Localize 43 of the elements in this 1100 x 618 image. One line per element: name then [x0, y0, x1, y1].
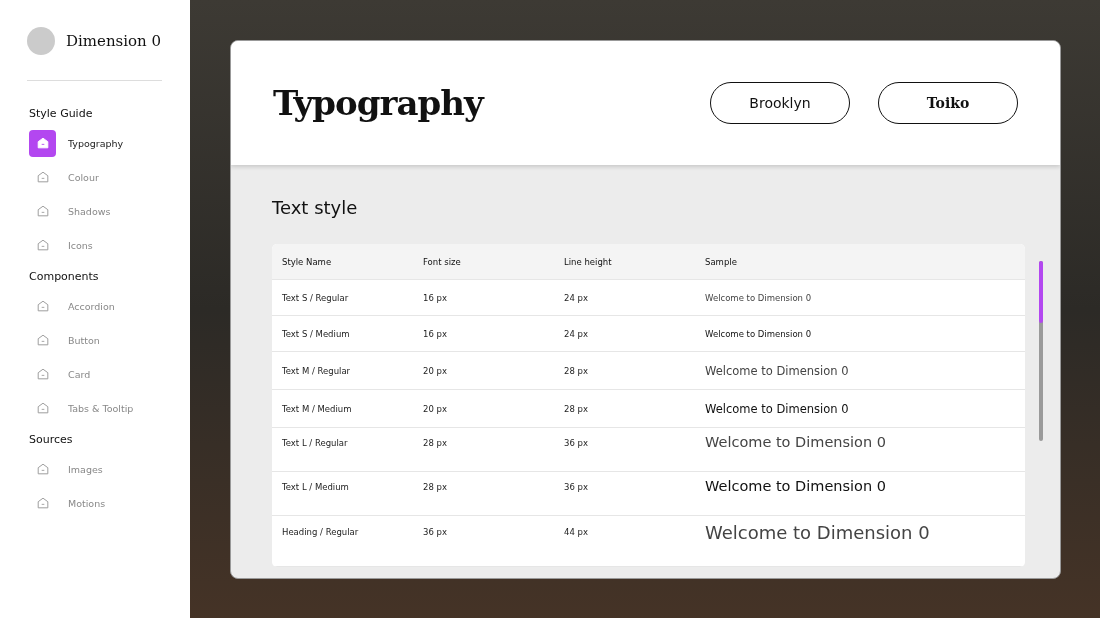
column-header: Style Name [281, 256, 333, 267]
table-cell-text: Text S / Regular [281, 292, 350, 303]
section-title: Text style [272, 197, 359, 218]
table-cell-text: 28 px [563, 403, 589, 414]
font-button[interactable]: Toiko [878, 82, 1018, 124]
column-header: Font size [422, 256, 462, 267]
sample-text: Welcome to Dimension 0 [704, 292, 813, 303]
table-cell-text: 24 px [563, 292, 589, 303]
scrollbar[interactable] [1039, 261, 1043, 441]
sample-text: Welcome to Dimension 0 [704, 433, 887, 450]
section-heading: Sources [29, 433, 74, 446]
table-cell-text: 24 px [563, 328, 589, 339]
table-cell-text: 20 px [422, 365, 448, 376]
column-header: Line height [563, 256, 613, 267]
column-header: Sample [704, 256, 738, 267]
page-title: Typography [273, 83, 483, 123]
table-cell-text: 28 px [422, 437, 448, 448]
sample-text: Welcome to Dimension 0 [704, 328, 813, 339]
table-cell-text: Text M / Medium [281, 403, 353, 414]
table-cell-text: Text L / Regular [281, 437, 349, 448]
logo-circle-icon [27, 27, 55, 55]
table-cell-text: 36 px [422, 526, 448, 537]
section-heading: Components [29, 270, 100, 283]
table-cell-text: Text M / Regular [281, 365, 352, 376]
sample-text: Welcome to Dimension 0 [704, 521, 931, 543]
table-cell-text: Text S / Medium [281, 328, 351, 339]
sample-text: Welcome to Dimension 0 [704, 363, 850, 378]
table-cell-text: 16 px [422, 328, 448, 339]
table-cell-text: 36 px [563, 481, 589, 492]
brand-name: Dimension 0 [66, 32, 162, 50]
section-heading: Style Guide [29, 107, 94, 120]
table-cell-text: 28 px [422, 481, 448, 492]
font-button[interactable]: Brooklyn [710, 82, 850, 124]
table-cell-text: 16 px [422, 292, 448, 303]
house-icon [29, 129, 56, 157]
table-cell-text: 28 px [563, 365, 589, 376]
table-cell-text: 44 px [563, 526, 589, 537]
sample-text: Welcome to Dimension 0 [704, 477, 887, 494]
table-cell-text: 36 px [563, 437, 589, 448]
sample-text: Welcome to Dimension 0 [704, 401, 850, 416]
table-cell-text: Text L / Medium [281, 481, 350, 492]
table-cell-text: Heading / Regular [281, 526, 360, 537]
table-cell-text: 20 px [422, 403, 448, 414]
